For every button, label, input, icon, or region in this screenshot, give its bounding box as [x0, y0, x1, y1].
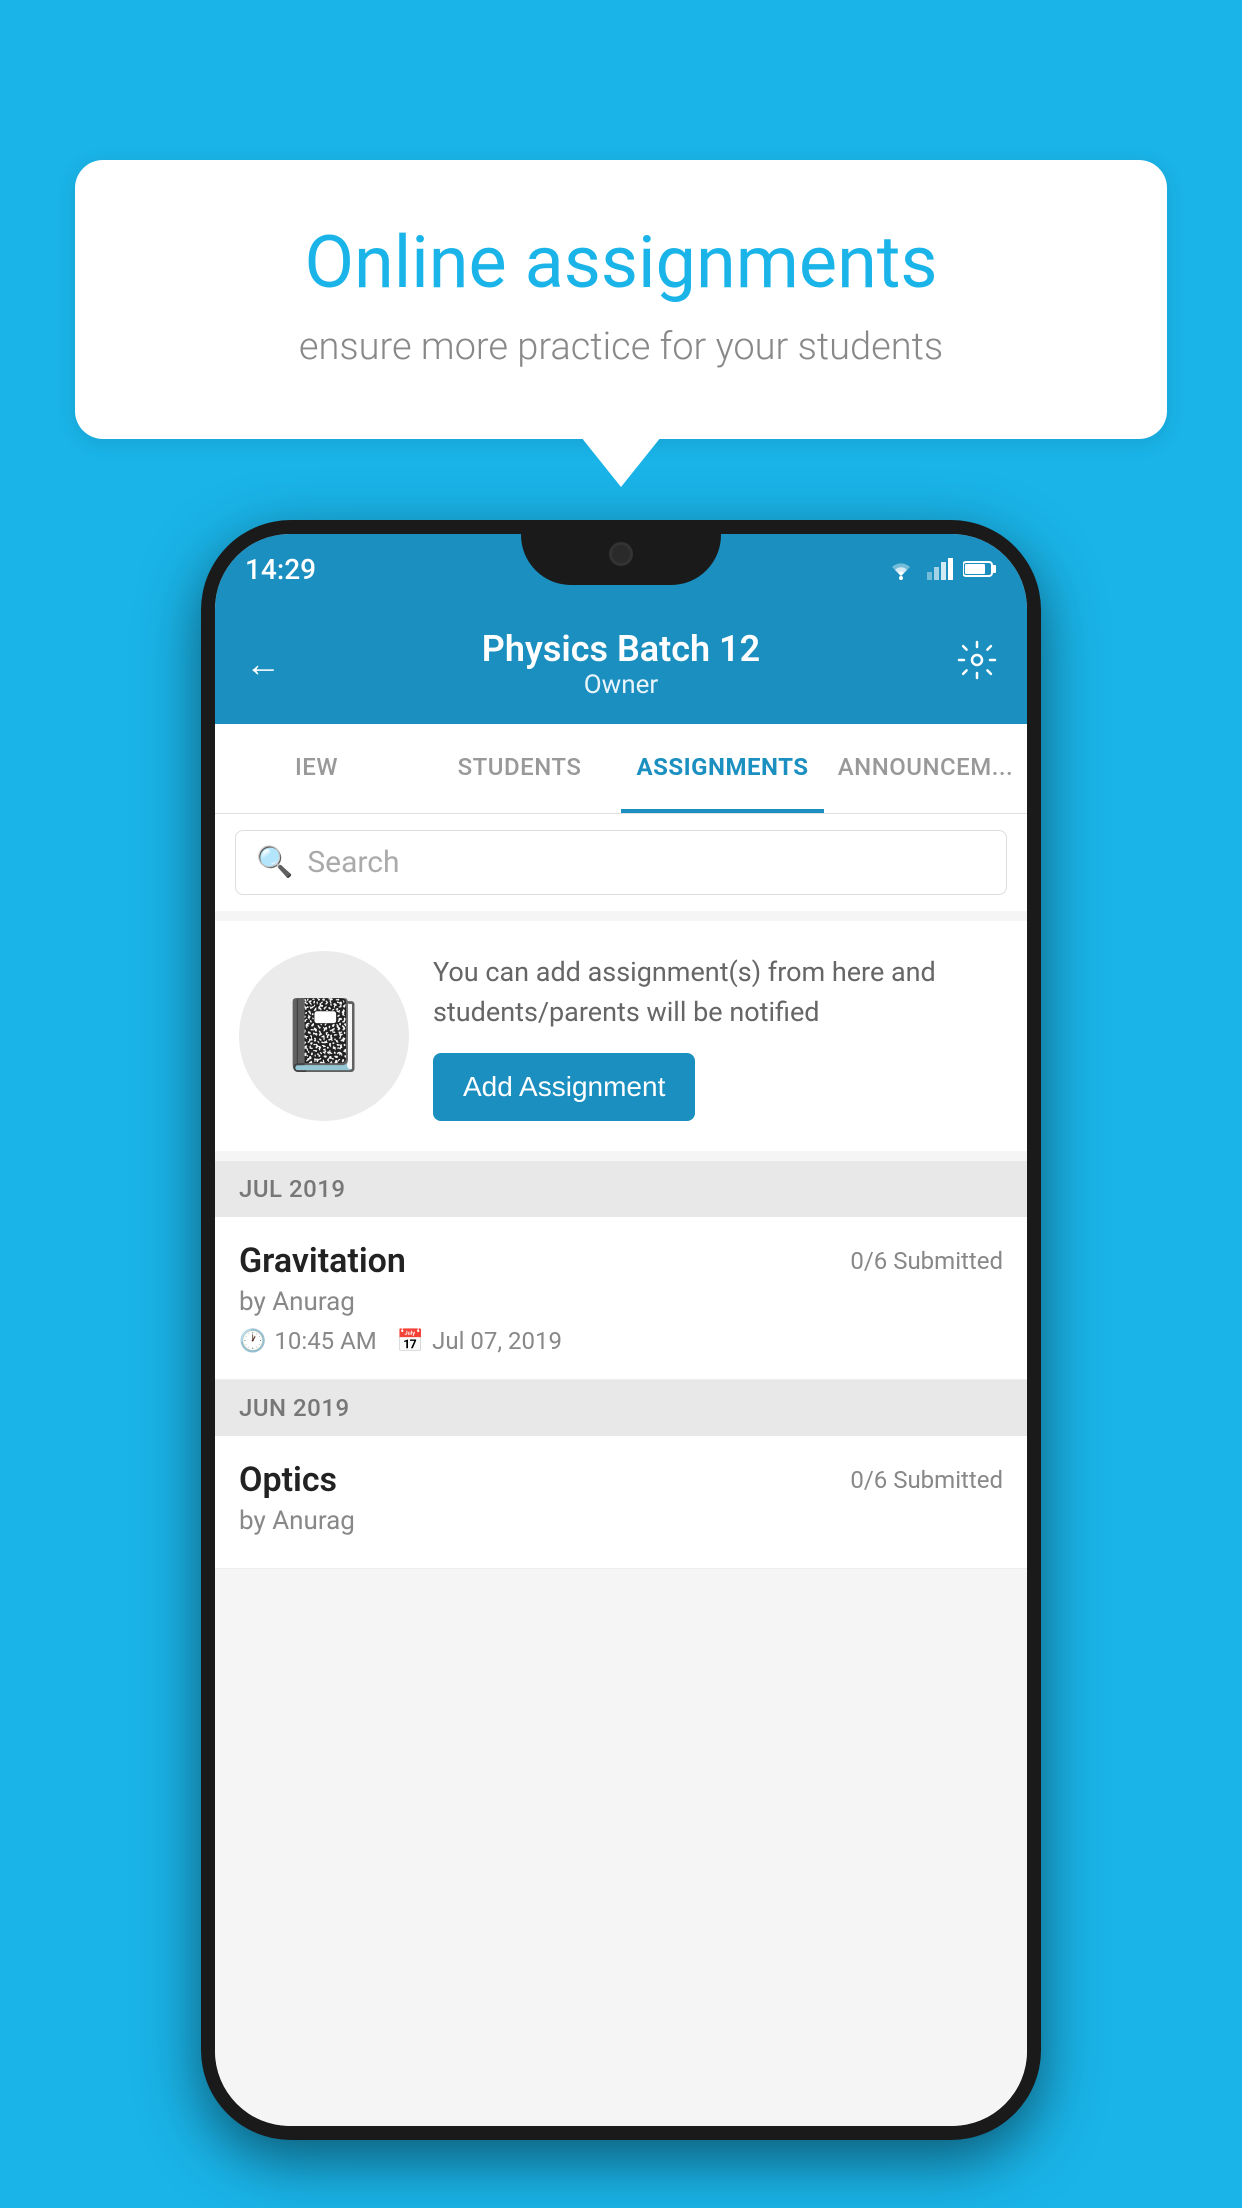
- assignment-name: Optics: [239, 1460, 337, 1500]
- assignment-time: 10:45 AM: [274, 1327, 376, 1355]
- assignment-submitted: 0/6 Submitted: [850, 1247, 1003, 1275]
- calendar-icon: 📅: [397, 1329, 424, 1354]
- assignment-by: by Anurag: [239, 1506, 1003, 1536]
- tabs-bar: IEW STUDENTS ASSIGNMENTS ANNOUNCEM...: [215, 724, 1027, 814]
- notebook-icon: 📓: [280, 995, 367, 1077]
- phone-frame: 14:29: [201, 520, 1041, 2140]
- search-icon: 🔍: [256, 845, 293, 880]
- clock-icon: 🕐: [239, 1329, 266, 1354]
- promo-right: You can add assignment(s) from here and …: [433, 952, 1003, 1121]
- phone-screen: 14:29: [215, 534, 1027, 2126]
- date-meta: 📅 Jul 07, 2019: [397, 1327, 562, 1355]
- back-button[interactable]: ←: [245, 643, 281, 685]
- promo-icon-circle: 📓: [239, 951, 409, 1121]
- phone-device: 14:29: [201, 520, 1041, 2140]
- promo-section: 📓 You can add assignment(s) from here an…: [215, 921, 1027, 1151]
- section-header-jul: JUL 2019: [215, 1161, 1027, 1217]
- app-header: ← Physics Batch 12 Owner: [215, 604, 1027, 724]
- promo-description: You can add assignment(s) from here and …: [433, 952, 1003, 1033]
- assignment-row: Gravitation 0/6 Submitted: [239, 1241, 1003, 1281]
- status-icons: [885, 558, 997, 580]
- wifi-icon: [885, 558, 917, 580]
- tab-iew[interactable]: IEW: [215, 724, 418, 813]
- time-meta: 🕐 10:45 AM: [239, 1327, 377, 1355]
- phone-notch: [521, 520, 721, 585]
- assignment-name: Gravitation: [239, 1241, 406, 1281]
- bubble-title: Online assignments: [145, 220, 1097, 305]
- assignment-row: Optics 0/6 Submitted: [239, 1460, 1003, 1500]
- add-assignment-button[interactable]: Add Assignment: [433, 1053, 695, 1121]
- header-title: Physics Batch 12: [482, 628, 760, 670]
- assignment-by: by Anurag: [239, 1287, 1003, 1317]
- status-time: 14:29: [245, 553, 316, 586]
- search-input-wrapper[interactable]: 🔍 Search: [235, 830, 1007, 895]
- bubble-subtitle: ensure more practice for your students: [145, 325, 1097, 369]
- search-bar: 🔍 Search: [215, 814, 1027, 911]
- speech-bubble: Online assignments ensure more practice …: [75, 160, 1167, 439]
- list-item[interactable]: Gravitation 0/6 Submitted by Anurag 🕐 10…: [215, 1217, 1027, 1380]
- front-camera: [609, 542, 633, 566]
- screen-content: 🔍 Search 📓 You can add assignment(s) fro…: [215, 814, 1027, 2126]
- search-placeholder: Search: [307, 845, 399, 880]
- signal-icon: [927, 558, 953, 580]
- assignment-date: Jul 07, 2019: [432, 1327, 562, 1355]
- battery-icon: [963, 560, 997, 578]
- assignment-submitted: 0/6 Submitted: [850, 1466, 1003, 1494]
- list-item[interactable]: Optics 0/6 Submitted by Anurag: [215, 1436, 1027, 1569]
- tab-assignments[interactable]: ASSIGNMENTS: [621, 724, 824, 813]
- assignment-meta: 🕐 10:45 AM 📅 Jul 07, 2019: [239, 1327, 1003, 1355]
- section-header-jun: JUN 2019: [215, 1380, 1027, 1436]
- header-center: Physics Batch 12 Owner: [482, 628, 760, 700]
- header-subtitle: Owner: [482, 670, 760, 700]
- tab-students[interactable]: STUDENTS: [418, 724, 621, 813]
- tab-announcements[interactable]: ANNOUNCEM...: [824, 724, 1027, 813]
- settings-icon[interactable]: [957, 640, 997, 689]
